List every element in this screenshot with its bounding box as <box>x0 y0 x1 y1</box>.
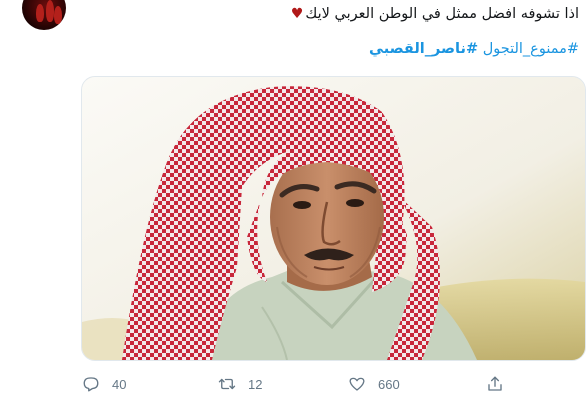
hashtag-line: #ممنوع_التجول #ناصر_القصبي <box>369 38 579 60</box>
tweet-card[interactable]: اذا تشوفه افضل ممثل في الوطن العربي لايك… <box>0 0 587 408</box>
reply-count: 40 <box>112 376 127 392</box>
retweet-icon <box>218 378 236 390</box>
reply-icon <box>83 377 99 392</box>
tweet-text: اذا تشوفه افضل ممثل في الوطن العربي لايك… <box>291 4 579 24</box>
tweet-text-content: اذا تشوفه افضل ممثل في الوطن العربي لايك <box>305 6 579 22</box>
reply-button[interactable]: 40 <box>82 372 126 396</box>
hashtag-link[interactable]: #ناصر_القصبي <box>369 41 478 57</box>
retweet-count: 12 <box>248 376 263 392</box>
retweet-button[interactable]: 12 <box>218 372 262 396</box>
heart-emoji-icon: ♥ <box>290 6 304 22</box>
heart-icon <box>349 377 365 391</box>
tweet-media-image[interactable] <box>81 76 586 361</box>
like-count: 660 <box>378 376 400 392</box>
hashtag-link[interactable]: #ممنوع_التجول <box>483 41 579 57</box>
share-button[interactable] <box>486 372 504 396</box>
photo-illustration <box>82 77 585 360</box>
like-button[interactable]: 660 <box>348 372 400 396</box>
avatar[interactable] <box>22 0 66 30</box>
tweet-actions: 40 12 660 <box>0 372 587 396</box>
share-icon <box>488 376 502 391</box>
